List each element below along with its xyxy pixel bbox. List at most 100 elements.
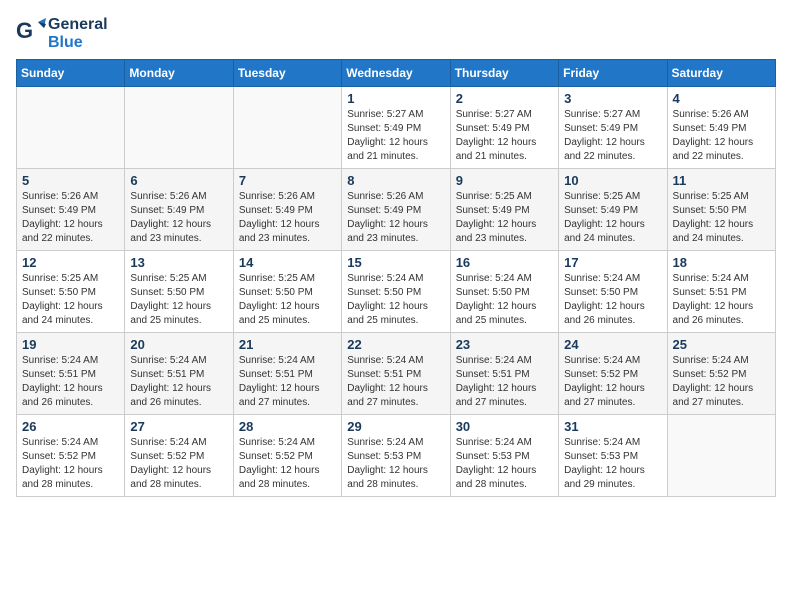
day-number: 15	[347, 255, 444, 270]
day-info: Sunrise: 5:24 AM Sunset: 5:51 PM Dayligh…	[239, 354, 336, 410]
logo-icon: G	[16, 16, 46, 51]
logo-blue: Blue	[48, 34, 83, 51]
day-info: Sunrise: 5:24 AM Sunset: 5:53 PM Dayligh…	[456, 436, 553, 492]
table-row: 28Sunrise: 5:24 AM Sunset: 5:52 PM Dayli…	[233, 415, 341, 497]
day-info: Sunrise: 5:24 AM Sunset: 5:52 PM Dayligh…	[130, 436, 227, 492]
table-row	[667, 415, 775, 497]
table-row: 2 Sunrise: 5:27 AM Sunset: 5:49 PM Daylig…	[450, 87, 558, 169]
table-row	[233, 87, 341, 169]
logo-general: General	[48, 16, 108, 33]
table-row: 25 Sunrise: 5:24 AM Sunset: 5:52 PM Dayli…	[667, 333, 775, 415]
day-number: 28	[239, 419, 336, 434]
day-info: Sunrise: 5:24 AM Sunset: 5:53 PM Dayligh…	[347, 436, 444, 492]
table-row	[125, 87, 233, 169]
day-number: 24	[564, 337, 661, 352]
col-sunday: Sunday	[17, 60, 125, 87]
table-row: 16 Sunrise: 5:24 AM Sunset: 5:50 PM Dayli…	[450, 251, 558, 333]
day-info: Sunrise: 5:24 AM Sunset: 5:53 PM Dayligh…	[564, 436, 661, 492]
day-number: 29	[347, 419, 444, 434]
page-header: G General Blue	[16, 16, 776, 51]
day-number: 13	[130, 255, 227, 270]
table-row: 3 Sunrise: 5:27 AM Sunset: 5:49 PM Daylig…	[559, 87, 667, 169]
table-row: 6 Sunrise: 5:26 AM Sunset: 5:49 PM Daylig…	[125, 169, 233, 251]
day-number: 26	[22, 419, 119, 434]
table-row: 12 Sunrise: 5:25 AM Sunset: 5:50 PM Dayli…	[17, 251, 125, 333]
day-number: 12	[22, 255, 119, 270]
day-info: Sunrise: 5:24 AM Sunset: 5:50 PM Dayligh…	[564, 272, 661, 328]
day-number: 18	[673, 255, 770, 270]
day-info: Sunrise: 5:24 AM Sunset: 5:50 PM Dayligh…	[347, 272, 444, 328]
table-row: 30 Sunrise: 5:24 AM Sunset: 5:53 PM Dayli…	[450, 415, 558, 497]
day-number: 9	[456, 173, 553, 188]
day-info: Sunrise: 5:27 AM Sunset: 5:49 PM Dayligh…	[564, 108, 661, 164]
day-info: Sunrise: 5:25 AM Sunset: 5:50 PM Dayligh…	[239, 272, 336, 328]
day-info: Sunrise: 5:24 AM Sunset: 5:51 PM Dayligh…	[456, 354, 553, 410]
day-number: 25	[673, 337, 770, 352]
day-info: Sunrise: 5:26 AM Sunset: 5:49 PM Dayligh…	[347, 190, 444, 246]
day-info: Sunrise: 5:25 AM Sunset: 5:49 PM Dayligh…	[456, 190, 553, 246]
table-row	[17, 87, 125, 169]
day-number: 11	[673, 173, 770, 188]
day-info: Sunrise: 5:24 AM Sunset: 5:51 PM Dayligh…	[22, 354, 119, 410]
day-info: Sunrise: 5:26 AM Sunset: 5:49 PM Dayligh…	[130, 190, 227, 246]
table-row: 23 Sunrise: 5:24 AM Sunset: 5:51 PM Dayli…	[450, 333, 558, 415]
day-info: Sunrise: 5:26 AM Sunset: 5:49 PM Dayligh…	[673, 108, 770, 164]
table-row: 10Sunrise: 5:25 AM Sunset: 5:49 PM Dayli…	[559, 169, 667, 251]
day-info: Sunrise: 5:25 AM Sunset: 5:50 PM Dayligh…	[673, 190, 770, 246]
table-row: 17Sunrise: 5:24 AM Sunset: 5:50 PM Dayli…	[559, 251, 667, 333]
table-row: 22 Sunrise: 5:24 AM Sunset: 5:51 PM Dayli…	[342, 333, 450, 415]
table-row: 8 Sunrise: 5:26 AM Sunset: 5:49 PM Daylig…	[342, 169, 450, 251]
calendar-week-row: 19 Sunrise: 5:24 AM Sunset: 5:51 PM Dayli…	[17, 333, 776, 415]
day-number: 22	[347, 337, 444, 352]
table-row: 18 Sunrise: 5:24 AM Sunset: 5:51 PM Dayli…	[667, 251, 775, 333]
calendar-week-row: 1Sunrise: 5:27 AM Sunset: 5:49 PM Daylig…	[17, 87, 776, 169]
day-number: 6	[130, 173, 227, 188]
day-info: Sunrise: 5:24 AM Sunset: 5:52 PM Dayligh…	[564, 354, 661, 410]
day-info: Sunrise: 5:25 AM Sunset: 5:50 PM Dayligh…	[22, 272, 119, 328]
day-number: 19	[22, 337, 119, 352]
calendar-week-row: 12 Sunrise: 5:25 AM Sunset: 5:50 PM Dayli…	[17, 251, 776, 333]
day-number: 30	[456, 419, 553, 434]
day-number: 16	[456, 255, 553, 270]
day-info: Sunrise: 5:26 AM Sunset: 5:49 PM Dayligh…	[239, 190, 336, 246]
day-info: Sunrise: 5:24 AM Sunset: 5:50 PM Dayligh…	[456, 272, 553, 328]
calendar-week-row: 26 Sunrise: 5:24 AM Sunset: 5:52 PM Dayli…	[17, 415, 776, 497]
col-friday: Friday	[559, 60, 667, 87]
day-number: 27	[130, 419, 227, 434]
table-row: 20 Sunrise: 5:24 AM Sunset: 5:51 PM Dayli…	[125, 333, 233, 415]
col-wednesday: Wednesday	[342, 60, 450, 87]
day-info: Sunrise: 5:27 AM Sunset: 5:49 PM Dayligh…	[347, 108, 444, 164]
table-row: 29 Sunrise: 5:24 AM Sunset: 5:53 PM Dayli…	[342, 415, 450, 497]
table-row: 24 Sunrise: 5:24 AM Sunset: 5:52 PM Dayli…	[559, 333, 667, 415]
day-number: 3	[564, 91, 661, 106]
day-info: Sunrise: 5:27 AM Sunset: 5:49 PM Dayligh…	[456, 108, 553, 164]
day-info: Sunrise: 5:24 AM Sunset: 5:51 PM Dayligh…	[130, 354, 227, 410]
col-monday: Monday	[125, 60, 233, 87]
col-saturday: Saturday	[667, 60, 775, 87]
day-info: Sunrise: 5:25 AM Sunset: 5:49 PM Dayligh…	[564, 190, 661, 246]
table-row: 1Sunrise: 5:27 AM Sunset: 5:49 PM Daylig…	[342, 87, 450, 169]
table-row: 14 Sunrise: 5:25 AM Sunset: 5:50 PM Dayli…	[233, 251, 341, 333]
day-info: Sunrise: 5:24 AM Sunset: 5:51 PM Dayligh…	[673, 272, 770, 328]
table-row: 5 Sunrise: 5:26 AM Sunset: 5:49 PM Daylig…	[17, 169, 125, 251]
day-number: 8	[347, 173, 444, 188]
day-info: Sunrise: 5:25 AM Sunset: 5:50 PM Dayligh…	[130, 272, 227, 328]
col-tuesday: Tuesday	[233, 60, 341, 87]
day-info: Sunrise: 5:26 AM Sunset: 5:49 PM Dayligh…	[22, 190, 119, 246]
day-number: 5	[22, 173, 119, 188]
table-row: 26 Sunrise: 5:24 AM Sunset: 5:52 PM Dayli…	[17, 415, 125, 497]
table-row: 7Sunrise: 5:26 AM Sunset: 5:49 PM Daylig…	[233, 169, 341, 251]
day-info: Sunrise: 5:24 AM Sunset: 5:51 PM Dayligh…	[347, 354, 444, 410]
day-number: 23	[456, 337, 553, 352]
svg-text:G: G	[16, 18, 33, 43]
day-info: Sunrise: 5:24 AM Sunset: 5:52 PM Dayligh…	[22, 436, 119, 492]
table-row: 31Sunrise: 5:24 AM Sunset: 5:53 PM Dayli…	[559, 415, 667, 497]
table-row: 11 Sunrise: 5:25 AM Sunset: 5:50 PM Dayli…	[667, 169, 775, 251]
table-row: 21Sunrise: 5:24 AM Sunset: 5:51 PM Dayli…	[233, 333, 341, 415]
day-number: 20	[130, 337, 227, 352]
table-row: 15 Sunrise: 5:24 AM Sunset: 5:50 PM Dayli…	[342, 251, 450, 333]
day-number: 14	[239, 255, 336, 270]
day-info: Sunrise: 5:24 AM Sunset: 5:52 PM Dayligh…	[673, 354, 770, 410]
col-thursday: Thursday	[450, 60, 558, 87]
day-number: 2	[456, 91, 553, 106]
